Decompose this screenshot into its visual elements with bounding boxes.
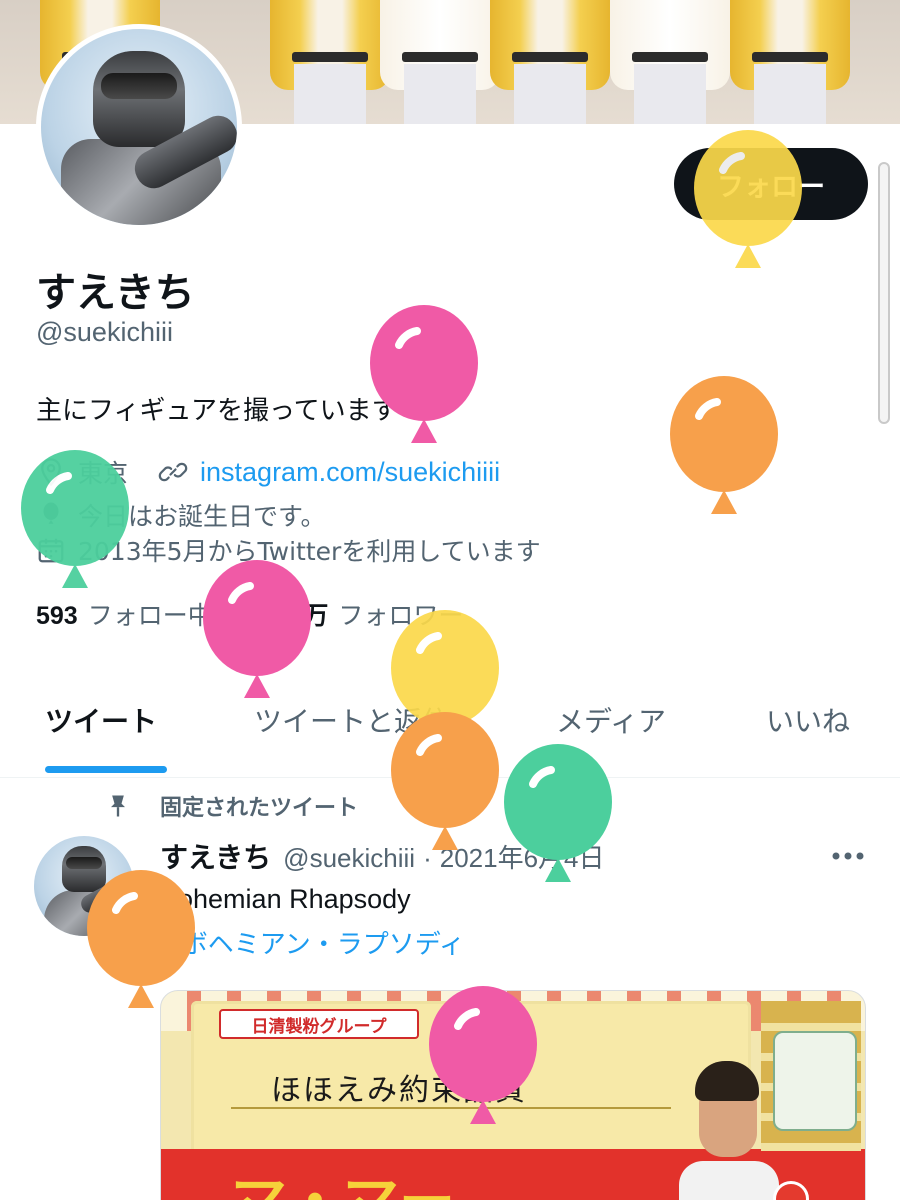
link-icon: [158, 462, 188, 482]
balloon-decoration: [693, 130, 803, 270]
display-name: すえきち: [36, 271, 195, 315]
balloon-decoration: [369, 305, 479, 445]
banner-figure: [490, 0, 610, 124]
scrollbar[interactable]: [878, 162, 890, 424]
balloon-decoration: [503, 744, 613, 884]
pinned-label: 固定されたツイート: [104, 790, 358, 822]
media-product-text: マ・マー: [231, 1157, 455, 1200]
tweet-hashtag[interactable]: #ボヘミアン・ラプソディ: [160, 924, 465, 961]
pinned-text: 固定されたツイート: [160, 796, 359, 821]
balloon-decoration: [390, 712, 500, 852]
banner-figure: [730, 0, 850, 124]
following-count: 593: [36, 602, 78, 630]
following-link[interactable]: 593 フォロー中: [36, 596, 213, 632]
more-icon[interactable]: [830, 846, 866, 866]
pin-icon: [111, 795, 125, 817]
media-brand-label: 日清製粉グループ: [219, 1009, 419, 1039]
balloon-decoration: [669, 376, 779, 516]
tweet-text: Bohemian Rhapsody: [160, 884, 411, 914]
balloon-decoration: [20, 450, 130, 590]
banner-figure: [380, 0, 500, 124]
website-link[interactable]: instagram.com/suekichiiii: [200, 457, 500, 488]
tab-likes[interactable]: いいね: [766, 700, 850, 740]
tab-media[interactable]: メディア: [556, 700, 666, 740]
profile-bio: 主にフィギュアを撮っています: [36, 396, 398, 426]
banner-figure: [610, 0, 730, 124]
banner-figure: [270, 0, 390, 124]
active-tab-indicator: [45, 766, 167, 773]
profile-avatar[interactable]: [36, 24, 242, 230]
balloon-decoration: [86, 870, 196, 1010]
avatar-image: [41, 29, 237, 225]
following-label: フォロー中: [87, 602, 213, 630]
tab-tweets[interactable]: ツイート: [45, 700, 157, 740]
balloon-decoration: [202, 560, 312, 700]
balloon-decoration: [428, 986, 538, 1126]
media-figure: [669, 1061, 789, 1200]
user-handle: @suekichiii: [36, 317, 173, 347]
